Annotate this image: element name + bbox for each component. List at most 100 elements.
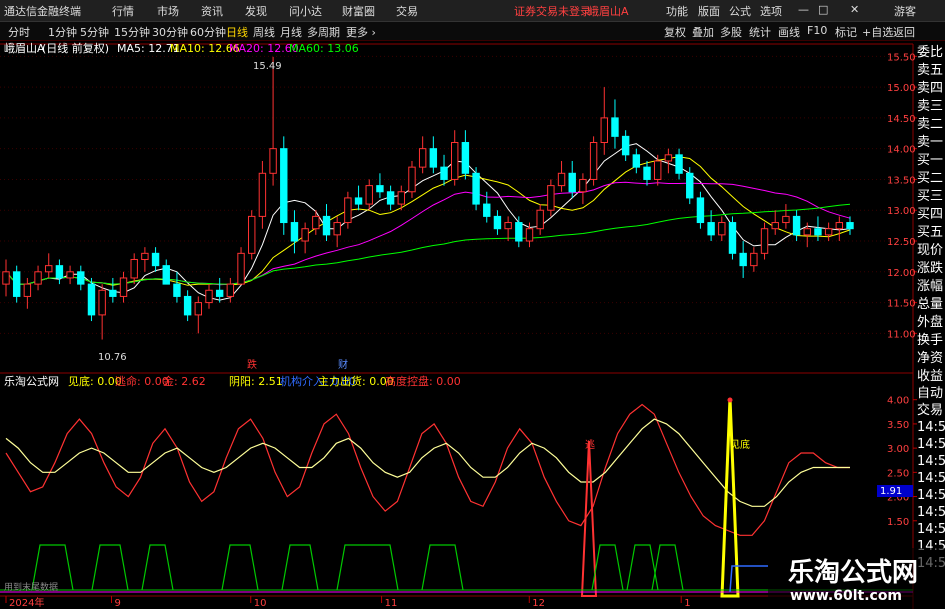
- candle-body: [686, 172, 694, 199]
- konpan-value: 高度控盘: 0.00: [385, 374, 461, 388]
- candle-body: [312, 215, 320, 230]
- candle-body: [429, 148, 438, 168]
- candle-body: [803, 228, 811, 236]
- quote-field-label: 涨跌: [917, 261, 944, 276]
- x-tick-label: 9: [115, 598, 121, 609]
- candle-body: [664, 154, 673, 162]
- candle-body: [782, 215, 790, 224]
- ma60-value: MA60: 13.06: [289, 42, 359, 55]
- trade-field-label: 14:5: [917, 488, 945, 503]
- quote-field-label: 现价: [917, 243, 944, 258]
- sub-indicator-name: 乐淘公式网: [4, 375, 59, 388]
- candle-body: [365, 185, 373, 205]
- trade-field-label: 14:5: [917, 420, 945, 435]
- sub-y-tick-label: 2.50: [887, 468, 909, 479]
- candle-body: [846, 222, 854, 230]
- candle-body: [824, 228, 833, 236]
- trade-field-label: 14:5: [917, 437, 945, 452]
- low-annotation: 10.76: [98, 352, 127, 363]
- quote-field-label: 收益: [917, 369, 944, 384]
- candle-body: [98, 289, 106, 316]
- candle-body: [194, 302, 203, 316]
- y-tick-label: 13.50: [887, 175, 916, 186]
- candle-body: [215, 289, 224, 297]
- candle-body: [77, 271, 85, 285]
- signal-pulse: [91, 544, 129, 591]
- signal-pulse: [336, 544, 399, 591]
- signal-pulse: [421, 544, 464, 591]
- y-tick-label: 13.00: [887, 206, 916, 217]
- candle-body: [248, 215, 256, 254]
- candle-body: [173, 283, 181, 297]
- candle-body: [621, 135, 630, 156]
- candle-body: [792, 215, 801, 236]
- yinyang-value: 阴阳: 2.51: [229, 375, 283, 388]
- trade-field-label: 14:5: [917, 522, 945, 537]
- high-annotation: 15.49: [253, 61, 282, 72]
- candle-body: [760, 228, 769, 254]
- signal-pulse: [141, 544, 174, 591]
- sub-y-tick-label: 3.00: [887, 444, 909, 455]
- candle-body: [55, 265, 64, 279]
- signal-pulse: [281, 544, 319, 591]
- quote-sidebar: 委比 卖五 卖四 卖三 卖二 卖一 买一 买二 买三 买四 买五 现价 涨跌 涨幅 总量 外盘 换手 净资 收益: [917, 44, 945, 386]
- candle-body: [333, 222, 341, 236]
- sub-y-tick-label: 1.50: [887, 517, 909, 528]
- quote-field-label: 换手: [917, 333, 944, 348]
- candle-body: [451, 142, 459, 180]
- sub-label-bottom: 见底: [730, 438, 750, 451]
- candle-body: [280, 148, 288, 224]
- candle-body: [397, 191, 405, 205]
- sub-label-escape: 逃: [585, 438, 595, 451]
- candle-body: [589, 142, 598, 180]
- candle-body: [814, 228, 822, 236]
- candle-body: [579, 178, 587, 193]
- jiandi-value: 见底: 0.00: [68, 374, 122, 388]
- candle-body: [322, 215, 331, 236]
- chart-mode-label: (日线 前复权): [42, 41, 109, 55]
- candle-body: [344, 197, 352, 224]
- candle-body: [183, 295, 192, 316]
- candle-body: [707, 222, 715, 236]
- candle-body: [557, 172, 566, 187]
- signal-pulse: [591, 544, 624, 591]
- quote-field-label: 净资: [917, 351, 944, 366]
- watermark-url: www.60lt.com: [790, 588, 903, 604]
- candle-body: [472, 172, 480, 205]
- y-tick-label: 14.00: [887, 145, 916, 156]
- candle-body: [130, 258, 138, 279]
- candle-body: [23, 283, 32, 297]
- sub-series-line: [5, 418, 850, 507]
- zhuli-value: 主力出货: 0.00: [318, 374, 394, 388]
- trade-sidebar: 自动交易14:514:514:514:514:514:514:514:514:5: [917, 385, 945, 572]
- candle-body: [162, 265, 170, 285]
- stock-name-label: 峨眉山A: [4, 42, 45, 55]
- y-tick-label: 11.50: [887, 299, 916, 310]
- quote-field-label: 委比: [917, 45, 944, 60]
- candle-body: [269, 148, 277, 174]
- quote-field-label: 卖三: [917, 99, 944, 114]
- candle-body: [632, 154, 641, 168]
- watermark-title: 乐淘公式网: [788, 558, 919, 588]
- sub-y-tick-label: 3.50: [887, 420, 909, 431]
- y-tick-label: 15.50: [887, 52, 916, 63]
- x-tick-label: 1: [684, 598, 690, 609]
- candle-body: [525, 228, 534, 242]
- y-tick-label: 15.00: [887, 83, 916, 94]
- trade-field-label: 14:5: [917, 454, 945, 469]
- event-label-finance: 财: [338, 358, 348, 371]
- candle-body: [376, 185, 384, 193]
- scroll-hint: 用到末尾数据: [4, 581, 58, 593]
- quote-field-label: 卖四: [917, 81, 944, 96]
- candle-body: [87, 283, 96, 316]
- candle-body: [2, 271, 10, 285]
- candle-body: [258, 172, 267, 217]
- candle-body: [301, 228, 309, 242]
- y-tick-label: 12.00: [887, 268, 916, 279]
- trade-field-label: 14:5: [917, 505, 945, 520]
- trade-field-label: 交易: [917, 403, 944, 418]
- signal-pulse: [221, 544, 259, 591]
- candle-body: [696, 197, 705, 224]
- x-tick-label: 10: [254, 598, 267, 609]
- kline-chart[interactable]: 11.0011.5012.0012.5013.0013.5014.0014.50…: [0, 0, 945, 609]
